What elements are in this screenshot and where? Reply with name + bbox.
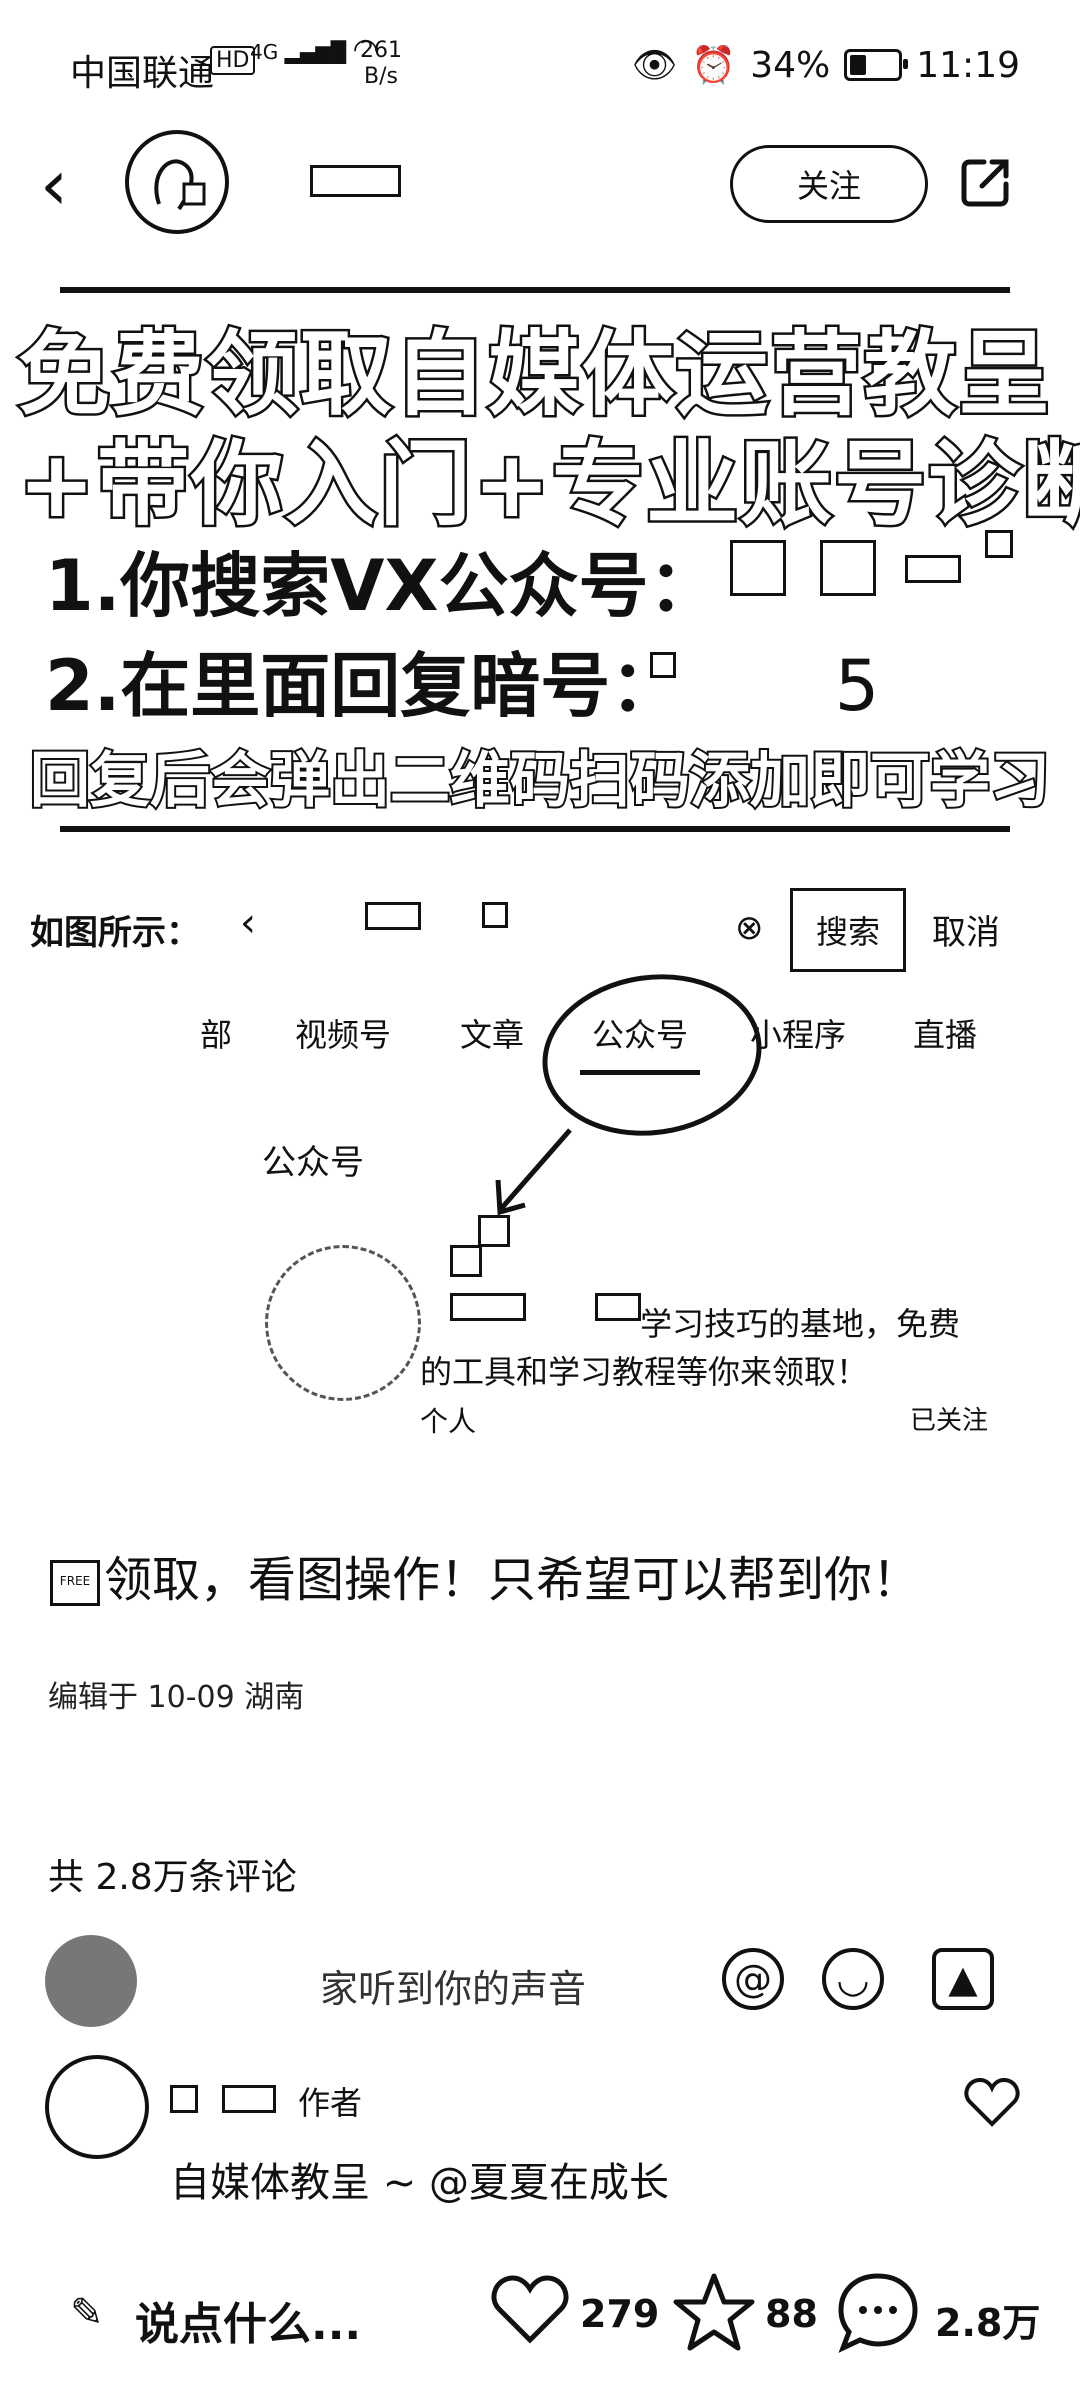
free-icon: FREE <box>50 1560 100 1606</box>
tab-underline <box>580 1070 700 1075</box>
comment-text: 自媒体教呈 ~ @夏夏在成长 <box>170 2160 669 2206</box>
comment-input[interactable]: 家听到你的声音 <box>320 1958 586 2013</box>
code-suffix: 5 <box>834 645 880 727</box>
avatar-image <box>154 159 206 211</box>
redacted-block <box>450 1245 482 1277</box>
share-icon[interactable] <box>958 154 1014 210</box>
account-description: 学习技巧的基地，免费 的工具和学习教程等你来领取！ <box>420 1300 980 1396</box>
redacted-block <box>730 540 786 596</box>
embedded-cancel: 取消 <box>932 913 1000 953</box>
banner-step-2: 2.在里面回复暗号： 5 <box>45 630 879 731</box>
banner-step-2-text: 2.在里面回复暗号： <box>45 645 681 727</box>
embedded-back-icon: ‹ <box>240 900 256 946</box>
arrow-icon <box>495 1128 572 1216</box>
battery-fill <box>850 55 867 75</box>
emoji-icon[interactable]: ◡ <box>822 1948 884 2010</box>
author-name[interactable] <box>310 165 401 197</box>
banner-bottom-rule <box>60 826 1010 832</box>
banner-step-1-text: 1.你搜索VX公众号： <box>45 545 719 627</box>
status-bar: 中国联通 HD 4G ▂▄▆█ ◠ 261 B/s 👁 ⏰ 34% 11:19 <box>0 0 1080 130</box>
comment-avatar[interactable] <box>45 2055 149 2159</box>
redacted-block <box>985 530 1013 558</box>
edited-info: 编辑于 10-09 湖南 <box>48 1680 305 1715</box>
comment-count-bottom: 2.8万 <box>935 2301 1041 2345</box>
speed-unit: B/s <box>364 64 398 89</box>
star-icon[interactable] <box>672 2272 756 2352</box>
account-avatar <box>265 1245 421 1401</box>
redacted-block <box>820 540 876 596</box>
comment-author-name[interactable] <box>170 2085 198 2113</box>
battery-icon <box>844 49 909 81</box>
account-desc-line-2: 的工具和学习教程等你来领取！ <box>420 1353 869 1391</box>
account-followed: 已关注 <box>910 1406 989 1436</box>
post-text: FREE 领取，看图操作！只希望可以帮到你！ <box>50 1540 920 1610</box>
author-tag: 作者 <box>298 2084 363 2122</box>
mention-icon[interactable]: @ <box>722 1948 784 2010</box>
tab-all: 部 <box>200 1016 233 1054</box>
speed-value: 261 <box>360 38 402 63</box>
comment-count: 共 2.8万条评论 <box>48 1857 297 1898</box>
account-type: 个人 <box>420 1405 477 1438</box>
user-avatar <box>45 1935 137 2027</box>
tab-channels: 视频号 <box>295 1016 392 1054</box>
banner-top-rule <box>60 287 1010 293</box>
battery-percent: 34% <box>750 44 831 86</box>
embedded-search-button: 搜索 <box>790 888 906 972</box>
image-icon[interactable]: ▲ <box>932 1948 994 2010</box>
pen-icon: ✎ <box>70 2290 104 2336</box>
alarm-icon: ⏰ <box>691 45 737 86</box>
signal-icon: ▂▄▆█ <box>284 40 347 64</box>
comment-like-icon[interactable] <box>964 2076 1020 2128</box>
banner-step-1: 1.你搜索VX公众号： <box>45 530 718 631</box>
redacted-block <box>222 2085 276 2113</box>
banner-headline-2: +带你入门+专业账号诊断 <box>16 429 1080 541</box>
redacted-block <box>905 555 961 583</box>
clear-icon: ⊗ <box>735 908 764 948</box>
back-icon[interactable]: ‹ <box>40 150 68 220</box>
redacted-block <box>365 902 421 930</box>
carrier-label: 中国联通 <box>70 53 215 94</box>
eye-icon: 👁 <box>631 45 678 86</box>
post-text-content: 领取，看图操作！只希望可以帮到你！ <box>104 1552 921 1608</box>
redacted-block <box>482 902 508 928</box>
redacted-block <box>650 652 676 678</box>
hd-badge: HD <box>210 46 256 75</box>
follow-button[interactable]: 关注 <box>730 145 928 223</box>
comment-input-row: 家听到你的声音 @ ◡ ▲ <box>0 1920 1080 2040</box>
bottom-bar: ✎ 说点什么... 279 88 2.8万 <box>0 2250 1080 2388</box>
tab-articles: 文章 <box>460 1016 525 1054</box>
redacted-block <box>478 1215 510 1247</box>
star-count: 88 <box>765 2292 818 2336</box>
author-avatar[interactable] <box>125 130 229 234</box>
like-count: 279 <box>580 2292 660 2336</box>
tab-mini-programs: 小程序 <box>750 1016 847 1054</box>
embedded-label: 如图所示： <box>30 913 200 953</box>
like-icon[interactable] <box>490 2272 570 2346</box>
status-right: 👁 ⏰ 34% 11:19 <box>631 44 1020 87</box>
network-type: 4G <box>250 40 279 64</box>
tab-live: 直播 <box>913 1016 978 1054</box>
banner-instruction: 回复后会弹出二维码扫码添加即可学习 <box>28 744 1052 818</box>
say-something-input[interactable]: 说点什么... <box>135 2288 361 2352</box>
network-speed: 261 B/s <box>360 38 402 90</box>
account-desc-line-1: 学习技巧的基地，免费 <box>640 1305 961 1343</box>
post-header: ‹ 关注 <box>0 130 1080 240</box>
embedded-section-label: 公众号 <box>262 1143 364 1183</box>
comment-icon[interactable] <box>835 2270 921 2354</box>
clock: 11:19 <box>916 44 1020 86</box>
